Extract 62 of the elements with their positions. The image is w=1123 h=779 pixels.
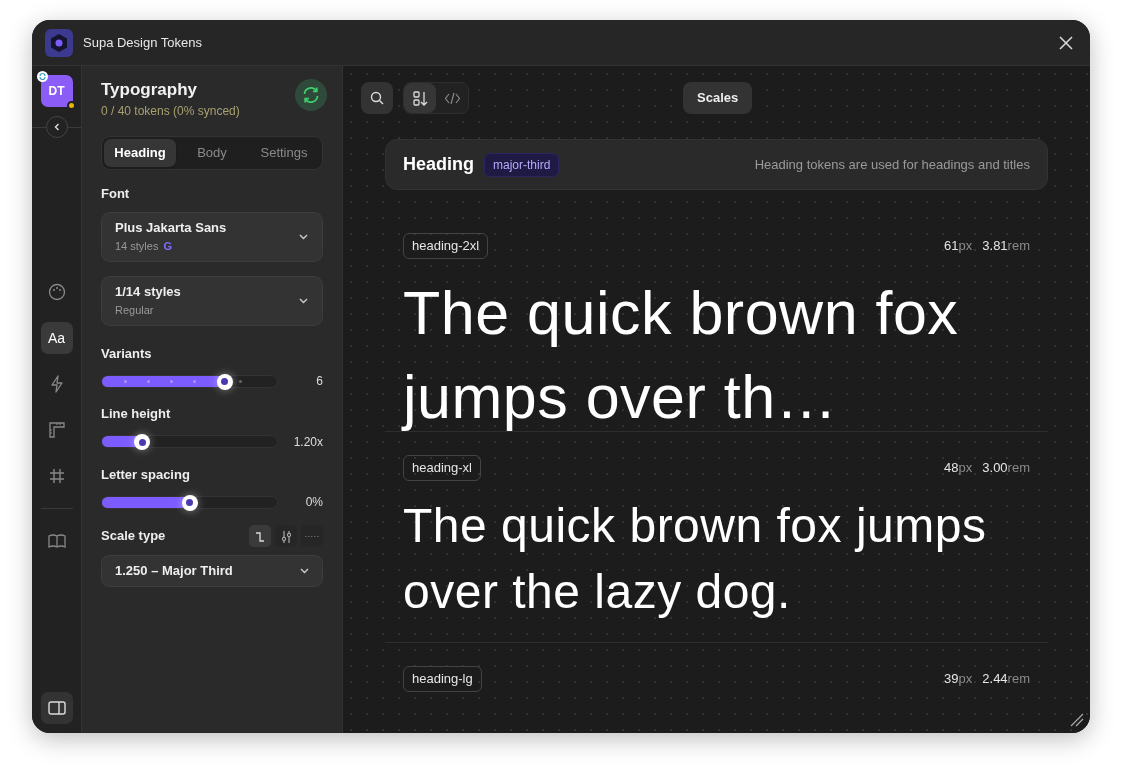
token-name-tag: heading-xl [403, 455, 481, 481]
slider-thumb[interactable] [134, 434, 151, 450]
chevron-left-icon [52, 123, 61, 131]
token-size: 3.81rem [982, 237, 1030, 255]
slider-value: 6 [316, 373, 323, 390]
tab[interactable]: Body [176, 139, 248, 167]
palette-icon [47, 283, 66, 301]
slider-thumb[interactable] [216, 373, 233, 390]
slider-value: 1.20x [293, 433, 323, 451]
hash-icon [47, 467, 66, 485]
tab[interactable]: Settings [248, 139, 320, 167]
sidebar-icon [47, 701, 66, 715]
sort-icon [411, 89, 429, 107]
refresh-icon [301, 85, 321, 105]
scales-button[interactable]: Scales [683, 82, 753, 114]
chevron-down-icon [299, 233, 308, 240]
chevron-down-icon [300, 568, 309, 574]
sync-status: 0 / 40 tokens (0% synced) [101, 103, 240, 120]
token-name-tag: heading-lg [403, 666, 482, 692]
token-size: 61px [944, 237, 973, 255]
chevron-down-icon [299, 297, 308, 304]
ruler-icon [47, 421, 66, 439]
typography-button[interactable]: Aa [40, 322, 73, 354]
view-mode-button[interactable] [404, 83, 436, 113]
slider-label: Variants [101, 344, 153, 363]
close-icon[interactable] [1059, 35, 1073, 50]
slider-thumb[interactable] [181, 494, 198, 511]
tab[interactable]: Heading [104, 139, 176, 167]
panel-toggle-button[interactable] [40, 692, 73, 724]
token-size: 3.00rem [982, 459, 1030, 477]
search-icon [370, 91, 384, 105]
collapse-button[interactable] [45, 116, 68, 138]
font-source-label: G [163, 238, 172, 254]
sample-text: The quick brown fox jumps over the lazy dog. [403, 497, 988, 620]
style-dropdown[interactable]: 1/14 styles Regular [101, 275, 323, 326]
resize-grip-icon[interactable] [1070, 713, 1084, 727]
panel-title: Typography [101, 79, 199, 101]
scale-dropdown[interactable]: 1.250 – Major Third [101, 555, 323, 587]
field-label: Font [101, 185, 131, 203]
scale-mode-button[interactable] [275, 525, 297, 547]
font-dropdown[interactable]: Plus Jakarta Sans 14 styles G [101, 211, 323, 262]
slider-value: 0% [305, 494, 323, 511]
book-icon [47, 532, 66, 550]
field-label: Scale type [101, 527, 166, 546]
sync-button[interactable] [295, 79, 327, 111]
app-logo-icon [45, 28, 73, 57]
scale-mode-button[interactable] [249, 525, 271, 547]
window-title: Supa Design Tokens [83, 33, 202, 52]
sample-text: The quick brown fox jumps over th… [403, 277, 960, 433]
slider-label: Line height [101, 405, 172, 423]
slider-label: Letter spacing [101, 465, 191, 484]
sync-badge-icon [36, 71, 48, 82]
token-size: 39px [944, 670, 973, 688]
section-title: Heading [403, 153, 474, 176]
section-description: Heading tokens are used for headings and titles [754, 155, 1030, 174]
search-button[interactable] [361, 82, 393, 114]
scale-tag: major-third [484, 152, 560, 177]
avatar[interactable]: DT [40, 75, 73, 107]
token-size: 48px [944, 459, 973, 477]
token-size: 2.44rem [982, 670, 1030, 688]
token-name-tag: heading-2xl [403, 233, 489, 259]
dotted-line-icon [304, 535, 320, 537]
